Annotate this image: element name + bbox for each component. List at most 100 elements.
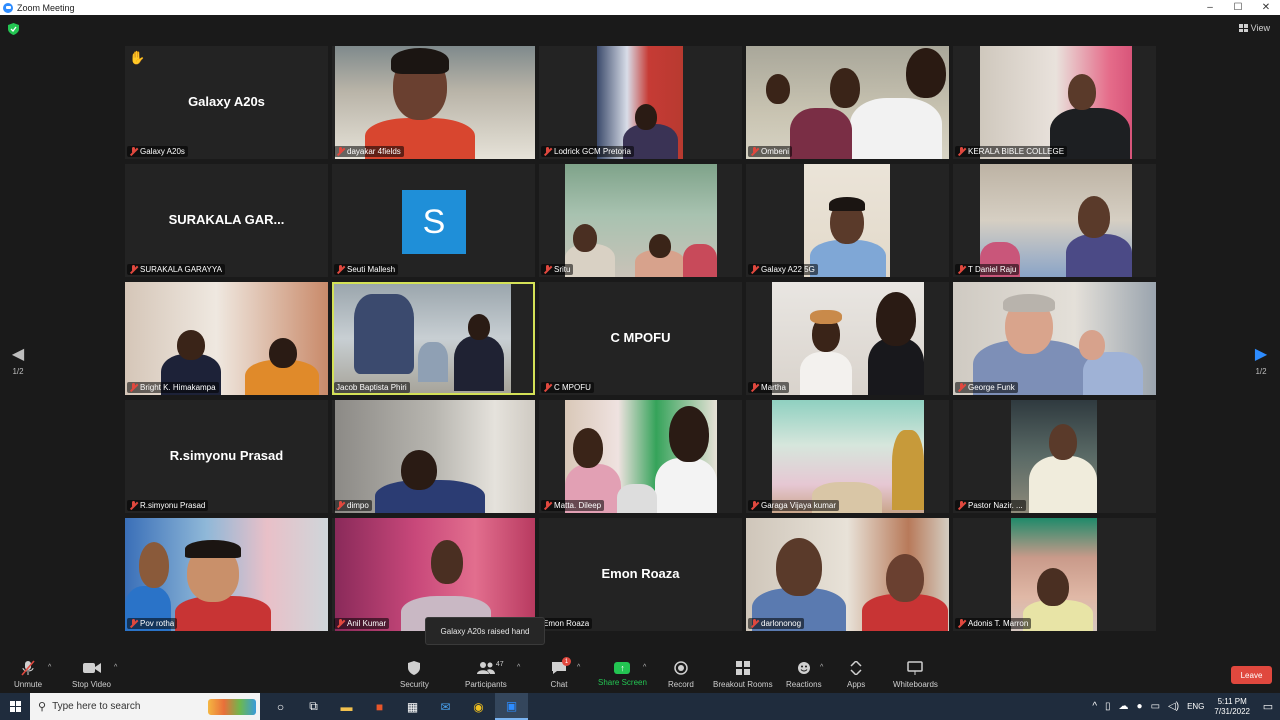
tray-overflow-icon[interactable]: ^ — [1088, 701, 1101, 712]
muted-mic-icon — [957, 383, 966, 392]
window-titlebar: Zoom Meeting – ☐ ✕ — [0, 0, 1280, 15]
participant-avatar: S — [402, 190, 466, 254]
share-screen-button[interactable]: ↑ Share Screen — [598, 660, 647, 687]
participant-name: Seuti Mallesh — [347, 265, 396, 274]
encryption-shield-icon[interactable] — [8, 23, 19, 35]
view-button[interactable]: View — [1238, 23, 1270, 33]
breakout-rooms-icon — [734, 660, 752, 676]
page-indicator-left: 1/2 — [12, 367, 24, 376]
tray-device-icon[interactable]: ▯ — [1101, 701, 1115, 712]
taskbar-search-box[interactable]: ⚲ Type here to search — [30, 693, 260, 720]
participant-video — [980, 46, 1132, 159]
participant-tile[interactable]: C MPOFU C MPOFU — [539, 282, 742, 395]
next-page-button[interactable]: ▶ 1/2 — [1251, 347, 1271, 377]
participant-tile[interactable]: Ombeni — [746, 46, 949, 159]
muted-mic-icon — [750, 501, 759, 510]
participant-tile[interactable]: dimpo — [332, 400, 535, 513]
smiley-icon — [795, 660, 813, 676]
participant-tile[interactable]: darlononog — [746, 518, 949, 631]
record-button[interactable]: Record — [668, 660, 694, 689]
participant-tile-active-speaker[interactable]: Jacob Baptista Phiri — [332, 282, 535, 395]
participant-tile[interactable]: Sritu — [539, 164, 742, 277]
apps-button[interactable]: Apps — [847, 660, 865, 689]
taskbar-clock[interactable]: 5:11 PM 7/31/2022 — [1208, 697, 1256, 717]
maximize-button[interactable]: ☐ — [1224, 0, 1252, 15]
unmute-button[interactable]: Unmute — [14, 660, 42, 689]
chrome-icon[interactable]: ◉ — [462, 693, 495, 720]
close-button[interactable]: ✕ — [1252, 0, 1280, 15]
reactions-button[interactable]: Reactions — [786, 660, 822, 689]
participant-video — [772, 400, 924, 513]
participant-tile[interactable]: R.simyonu Prasad R.simyonu Prasad — [125, 400, 328, 513]
cortana-icon[interactable]: ○ — [264, 693, 297, 720]
reactions-options-caret[interactable]: ^ — [820, 664, 823, 671]
participant-tile[interactable]: Adonis T. Marron — [953, 518, 1156, 631]
video-options-caret[interactable]: ^ — [114, 664, 117, 671]
muted-mic-icon — [129, 147, 138, 156]
tray-cloud-icon[interactable]: ☁ — [1115, 701, 1133, 712]
previous-page-button[interactable]: ◀ 1/2 — [8, 347, 28, 377]
share-options-caret[interactable]: ^ — [643, 664, 646, 671]
participant-tile[interactable]: Bright K. Himakampa — [125, 282, 328, 395]
muted-mic-icon — [543, 147, 552, 156]
leave-button[interactable]: Leave — [1231, 666, 1272, 684]
participant-label: Pov rotha — [127, 618, 178, 629]
audio-options-caret[interactable]: ^ — [48, 664, 51, 671]
stop-video-button[interactable]: Stop Video — [72, 660, 111, 689]
participant-name: Galaxy A22 5G — [761, 265, 815, 274]
chat-unread-badge: 1 — [562, 657, 571, 666]
muted-mic-icon — [750, 619, 759, 628]
participant-tile[interactable]: Pastor Nazir. ... — [953, 400, 1156, 513]
participant-tile[interactable]: KERALA BIBLE COLLEGE — [953, 46, 1156, 159]
task-view-icon[interactable]: ⧉ — [297, 693, 330, 720]
participant-name: Lodrick GCM Pretoria — [554, 147, 631, 156]
participant-video — [597, 46, 683, 159]
security-button[interactable]: Security — [400, 660, 429, 689]
participant-label: George Funk — [955, 382, 1018, 393]
chat-button[interactable]: 1 Chat — [550, 657, 571, 689]
participant-tile[interactable]: S Seuti Mallesh — [332, 164, 535, 277]
windows-logo-icon — [9, 701, 21, 712]
store-icon[interactable]: ▦ — [396, 693, 429, 720]
participant-label: SURAKALA GARAYYA — [127, 264, 225, 275]
minimize-button[interactable]: – — [1196, 0, 1224, 15]
file-explorer-icon[interactable]: ▬ — [330, 693, 363, 720]
language-indicator[interactable]: ENG — [1183, 702, 1208, 711]
start-button[interactable] — [0, 693, 30, 720]
tray-network-icon[interactable]: ▭ — [1147, 701, 1164, 712]
participant-tile[interactable]: dayakar 4fields — [332, 46, 535, 159]
participant-label: Anil Kumar — [334, 618, 390, 629]
whiteboards-button[interactable]: Whiteboards — [893, 660, 938, 689]
participants-icon: 47 — [476, 660, 504, 676]
raised-hand-icon: ✋ — [129, 50, 146, 65]
search-highlight-image — [208, 698, 256, 715]
participant-name: Anil Kumar — [347, 619, 387, 628]
participant-display-name: Galaxy A20s — [188, 93, 265, 109]
participant-tile[interactable]: ✋ Galaxy A20s Galaxy A20s — [125, 46, 328, 159]
office-icon[interactable]: ■ — [363, 693, 396, 720]
notification-center-icon[interactable]: ▭ — [1256, 700, 1280, 713]
participant-tile[interactable]: Lodrick GCM Pretoria — [539, 46, 742, 159]
participant-tile[interactable]: T Daniel Raju — [953, 164, 1156, 277]
participant-tile[interactable]: SURAKALA GAR... SURAKALA GARAYYA — [125, 164, 328, 277]
participant-label: Matta. Dileep — [541, 500, 605, 511]
chat-options-caret[interactable]: ^ — [577, 664, 580, 671]
participant-tile[interactable]: Emon Roaza Emon Roaza — [539, 518, 742, 631]
tray-volume-icon[interactable]: ◁) — [1164, 701, 1183, 712]
breakout-rooms-button[interactable]: Breakout Rooms — [713, 660, 773, 689]
tray-mic-icon[interactable]: ● — [1133, 701, 1147, 712]
mail-icon[interactable]: ✉ — [429, 693, 462, 720]
participant-tile[interactable]: George Funk — [953, 282, 1156, 395]
muted-mic-icon — [129, 383, 138, 392]
participants-button[interactable]: 47 Participants — [465, 660, 507, 689]
participant-tile[interactable]: Galaxy A22 5G — [746, 164, 949, 277]
zoom-taskbar-icon[interactable]: ▣ — [495, 693, 528, 720]
participant-tile[interactable]: Anil Kumar — [332, 518, 535, 631]
share-screen-icon: ↑ — [614, 662, 631, 674]
participant-tile[interactable]: Garaga Vijaya kumar — [746, 400, 949, 513]
participant-tile[interactable]: Pov rotha — [125, 518, 328, 631]
participant-label: dayakar 4fields — [334, 146, 404, 157]
participant-tile[interactable]: Matta. Dileep — [539, 400, 742, 513]
participant-tile[interactable]: Martha — [746, 282, 949, 395]
participants-options-caret[interactable]: ^ — [517, 664, 520, 671]
